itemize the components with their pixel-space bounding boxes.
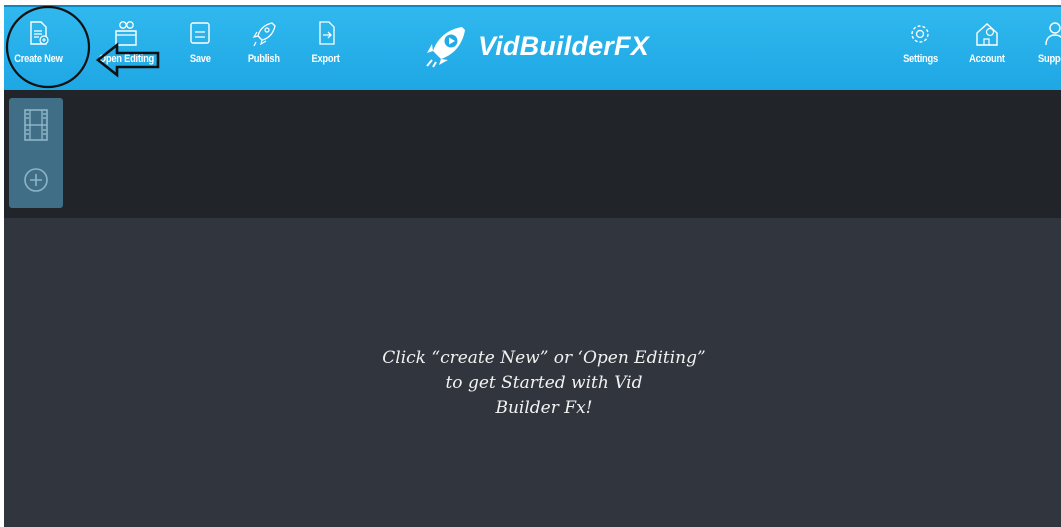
open-editing-label: Open Editing bbox=[98, 53, 154, 65]
export-label: Export bbox=[311, 53, 341, 65]
support-label: Support bbox=[1037, 53, 1061, 65]
rocket-icon bbox=[252, 22, 276, 47]
export-button[interactable]: Export bbox=[296, 19, 356, 79]
brand-name: VidBuilderFX bbox=[478, 30, 649, 61]
brand-logo: VidBuilderFX bbox=[424, 21, 649, 71]
gear-icon bbox=[911, 25, 929, 43]
account-label: Account bbox=[969, 53, 1005, 65]
publish-label: Publish bbox=[248, 53, 280, 65]
publish-button[interactable]: Publish bbox=[234, 19, 294, 79]
plus-circle-icon[interactable] bbox=[22, 166, 50, 194]
support-icon bbox=[1045, 22, 1061, 46]
save-label: Save bbox=[189, 53, 211, 65]
account-button[interactable]: Account bbox=[957, 19, 1017, 79]
scene-side-panel bbox=[9, 98, 63, 208]
home-account-icon bbox=[976, 23, 998, 46]
film-strip-icon[interactable] bbox=[21, 108, 51, 142]
get-started-hint: Click “create New” or ‘Open Editing” to … bbox=[382, 348, 706, 418]
support-button[interactable]: Support bbox=[1025, 19, 1061, 79]
create-new-button[interactable]: Create New bbox=[8, 19, 68, 79]
users-folder-icon bbox=[115, 21, 137, 46]
save-button[interactable]: Save bbox=[170, 19, 230, 79]
new-document-icon bbox=[30, 21, 49, 45]
save-icon bbox=[190, 22, 210, 44]
settings-label: Settings bbox=[902, 53, 938, 65]
settings-button[interactable]: Settings bbox=[890, 19, 950, 79]
timeline-track bbox=[4, 90, 1061, 218]
editor-canvas[interactable]: Click “create New” or ‘Open Editing” to … bbox=[4, 218, 1061, 527]
logo-rocket-icon bbox=[426, 27, 465, 68]
app-window: Create New Open Editing Save Publish Exp… bbox=[4, 5, 1061, 527]
top-toolbar: Create New Open Editing Save Publish Exp… bbox=[4, 5, 1061, 90]
create-new-label: Create New bbox=[13, 53, 63, 65]
open-editing-button[interactable]: Open Editing bbox=[96, 19, 156, 79]
export-icon bbox=[319, 21, 335, 45]
